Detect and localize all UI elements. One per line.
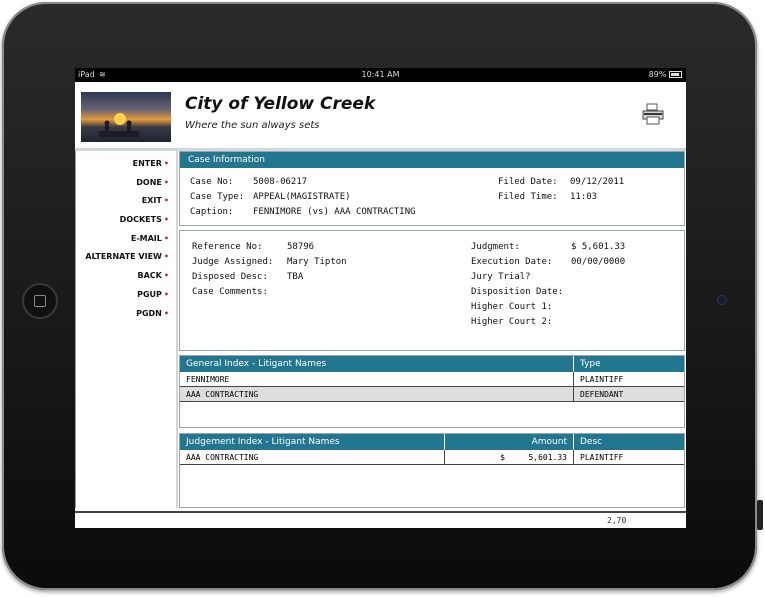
nav-email[interactable]: E-MAIL • (76, 230, 176, 249)
reference-label: Reference No: (192, 242, 263, 252)
command-menu: ENTER • DONE • EXIT • DOCKETS • E-MAIL • ALTE… (75, 151, 178, 508)
judgement-index-panel: Judgement Index - Litigant Names Amount … (179, 433, 685, 508)
nav-pgdn[interactable]: PGDN • (76, 305, 176, 324)
disposed-value: TBA (287, 272, 304, 282)
page-title: City of Yellow Creek (185, 94, 376, 114)
nav-done[interactable]: DONE • (76, 174, 176, 193)
screen: iPad ≋ 10:41 AM 89% City of Yellow Creek… (75, 68, 686, 528)
battery-indicator: 89% (649, 70, 682, 79)
page-subtitle: Where the sun always sets (185, 120, 320, 131)
case-type-label: Case Type: (190, 192, 245, 202)
cursor-position: 2,70 (607, 516, 627, 525)
case-no-label: Case No: (190, 177, 234, 187)
litigant-type: DEFENDANT (573, 386, 684, 402)
general-index-panel: General Index - Litigant Names Type FENN… (179, 355, 685, 428)
judgement-index-table: Judgement Index - Litigant Names Amount … (180, 434, 684, 465)
litigant-name: FENNIMORE (180, 372, 574, 387)
comments-label: Case Comments: (192, 287, 268, 297)
side-button (757, 500, 763, 530)
caption-label: Caption: (190, 207, 234, 217)
higher-court-1-label: Higher Court 1: (471, 302, 553, 312)
home-button[interactable] (22, 283, 58, 319)
table-row[interactable]: AAA CONTRACTING $5,601.33 PLAINTIFF (180, 450, 684, 465)
nav-dockets[interactable]: DOCKETS • (76, 211, 176, 230)
execution-label: Execution Date: (471, 257, 553, 267)
nav-pgup[interactable]: PGUP • (76, 286, 176, 305)
jury-label: Jury Trial? (471, 272, 531, 282)
cursor-position-bar: 2,70 (75, 511, 686, 528)
table-row[interactable]: FENNIMORE PLAINTIFF (180, 372, 684, 387)
case-details-panel: Reference No: 58796 Judge Assigned: Mary… (179, 230, 685, 351)
disposition-label: Disposition Date: (471, 287, 564, 297)
nav-enter[interactable]: ENTER • (76, 155, 176, 174)
filed-date-label: Filed Date: (498, 177, 558, 187)
status-bar: iPad ≋ 10:41 AM 89% (75, 68, 686, 82)
nav-alternate-view[interactable]: ALTERNATE VIEW • (76, 248, 176, 267)
nav-exit[interactable]: EXIT • (76, 192, 176, 211)
judgment-value: $ 5,601.33 (571, 242, 626, 252)
judge-label: Judge Assigned: (192, 257, 274, 267)
desc-column-heading: Desc (573, 434, 684, 450)
filed-time-value: 11:03 (570, 192, 598, 202)
case-info-panel: Case Information Case No: 5008-06217 Cas… (179, 151, 685, 226)
litigant-name: AAA CONTRACTING (180, 450, 445, 465)
filed-time-label: Filed Time: (498, 192, 558, 202)
reference-value: 58796 (287, 242, 315, 252)
general-index-heading: General Index - Litigant Names (180, 356, 574, 372)
case-info-heading: Case Information (180, 152, 684, 168)
silhouette-icon (99, 120, 139, 137)
higher-court-2-label: Higher Court 2: (471, 317, 553, 327)
clock: 10:41 AM (361, 70, 400, 79)
type-column-heading: Type (573, 356, 684, 372)
case-no-value: 5008-06217 (253, 177, 308, 187)
app-header: City of Yellow Creek Where the sun alway… (75, 82, 686, 151)
camera-icon (718, 296, 726, 304)
case-type-value: APPEAL(MAGISTRATE) (253, 192, 351, 202)
judgement-index-heading: Judgement Index - Litigant Names (180, 434, 445, 450)
logo-image (81, 92, 171, 142)
judgement-desc: PLAINTIFF (573, 450, 684, 465)
nav-back[interactable]: BACK • (76, 267, 176, 286)
caption-value: FENNIMORE (vs) AAA CONTRACTING (253, 207, 416, 217)
disposed-label: Disposed Desc: (192, 272, 268, 282)
litigant-type: PLAINTIFF (573, 372, 684, 387)
execution-value: 00/00/0000 (571, 257, 626, 267)
amount-value: 5,601.33 (528, 452, 567, 462)
litigant-name: AAA CONTRACTING (180, 386, 574, 402)
filed-date-value: 09/12/2011 (570, 177, 625, 187)
judgment-label: Judgment: (471, 242, 520, 252)
judge-value: Mary Tipton (287, 257, 347, 267)
judgement-amount: $5,601.33 (444, 450, 574, 465)
main-content: Case Information Case No: 5008-06217 Cas… (179, 151, 685, 508)
general-index-table: General Index - Litigant Names Type FENN… (180, 356, 684, 402)
battery-label: 89% (648, 70, 667, 79)
battery-icon (669, 71, 682, 78)
printer-icon[interactable] (641, 102, 665, 126)
table-row[interactable]: AAA CONTRACTING DEFENDANT (180, 386, 684, 402)
amount-column-heading: Amount (444, 434, 574, 450)
